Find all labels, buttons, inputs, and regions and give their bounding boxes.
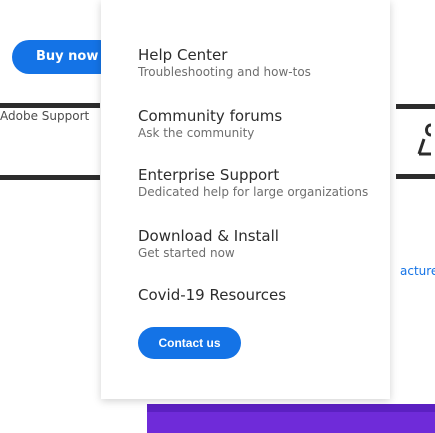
right-partial-link[interactable]: acturer xyxy=(400,264,435,278)
menu-item-subtitle: Ask the community xyxy=(138,126,255,140)
menu-item-help-center[interactable]: Help Center Troubleshooting and how-tos xyxy=(138,46,378,80)
bottom-banner xyxy=(147,404,435,433)
menu-item-subtitle: Troubleshooting and how-tos xyxy=(138,65,311,79)
menu-item-subtitle: Get started now xyxy=(138,246,235,260)
adobe-support-label: Adobe Support xyxy=(0,109,90,123)
bottom-banner-hint xyxy=(147,404,435,412)
menu-item-title: Covid-19 Resources xyxy=(138,286,287,304)
divider-bottom xyxy=(0,175,100,180)
contact-us-button[interactable]: Contact us xyxy=(138,327,241,359)
menu-item-title: Download & Install xyxy=(138,227,279,245)
wrench-icon xyxy=(417,123,432,156)
menu-item-title: Community forums xyxy=(138,107,283,125)
menu-item-covid-resources[interactable]: Covid-19 Resources xyxy=(138,286,378,304)
right-bar-bottom xyxy=(396,174,435,179)
menu-item-community-forums[interactable]: Community forums Ask the community xyxy=(138,107,378,141)
menu-item-download-install[interactable]: Download & Install Get started now xyxy=(138,227,378,261)
menu-item-enterprise-support[interactable]: Enterprise Support Dedicated help for la… xyxy=(138,166,378,200)
right-bar-top xyxy=(396,104,435,109)
support-dropdown: Help Center Troubleshooting and how-tos … xyxy=(101,0,390,399)
menu-item-title: Help Center xyxy=(138,46,228,64)
menu-item-title: Enterprise Support xyxy=(138,166,280,184)
menu-item-subtitle: Dedicated help for large organizations xyxy=(138,185,369,199)
